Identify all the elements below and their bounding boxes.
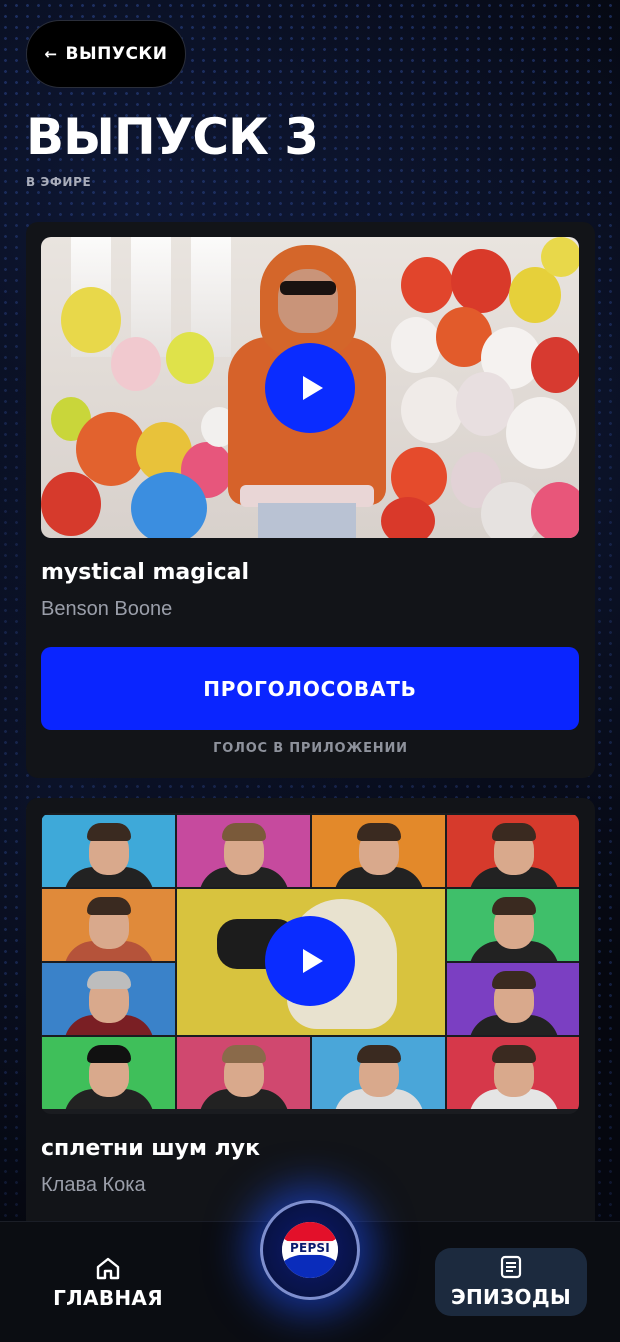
episode-screen: ← ВЫПУСКИ ВЫПУСК 3 В ЭФИРЕ mystical magi… [0,0,620,1342]
hair [86,897,131,915]
balloon [541,237,579,277]
pepsi-center-button[interactable]: PEPSI [260,1200,360,1300]
song-title: mystical magical [41,560,249,585]
hair [221,823,266,841]
balloon [111,337,161,391]
nav-home[interactable]: ГЛАВНАЯ [38,1250,178,1316]
play-button[interactable] [265,343,355,433]
sunglasses [280,281,336,295]
song-title: сплетни шум лук [41,1136,261,1161]
balloon [391,317,441,373]
nav-episodes[interactable]: ЭПИЗОДЫ [435,1248,587,1316]
song-artist: Benson Boone [41,598,173,620]
hair [491,897,536,915]
document-icon [500,1255,522,1279]
hair [356,1045,401,1063]
pepsi-wordmark: PEPSI [282,1241,338,1255]
collage-cell [447,889,579,961]
nav-episodes-label: ЭПИЗОДЫ [450,1285,571,1309]
hair [86,1045,131,1063]
play-icon [303,376,323,400]
nav-home-label: ГЛАВНАЯ [53,1286,163,1310]
play-button[interactable] [265,916,355,1006]
collage-cell [312,1037,445,1109]
page-title: ВЫПУСК 3 [26,108,319,166]
video-thumbnail[interactable] [41,237,579,538]
vote-button[interactable]: ПРОГОЛОСОВАТЬ [41,647,579,730]
hair [491,1045,536,1063]
live-status-label: В ЭФИРЕ [26,175,92,189]
balloon [131,472,207,538]
face [278,269,338,333]
collage-cell [447,815,579,887]
balloon [531,482,579,538]
balloon [401,377,463,443]
balloon [381,497,435,538]
jeans [258,503,356,538]
balloon [506,397,576,469]
performance-card: сплетни шум лук Клава Кока [26,798,595,1258]
play-icon [303,949,323,973]
collage-cell [177,1037,310,1109]
hair [86,971,131,989]
collage-cell [42,815,175,887]
pepsi-logo: PEPSI [282,1222,338,1278]
song-artist: Клава Кока [41,1174,146,1196]
balloon [41,472,101,536]
balloon [456,372,514,436]
logo-blue-band [282,1254,338,1278]
back-to-episodes-button[interactable]: ← ВЫПУСКИ [26,20,186,88]
balloon [531,337,579,393]
collage-cell [447,963,579,1035]
balloon [451,249,511,313]
back-button-label: ВЫПУСКИ [65,44,168,64]
back-arrow-icon: ← [44,45,58,63]
balloon [166,332,214,384]
collage-cell [42,889,175,961]
hair [491,823,536,841]
collage-cell [42,963,175,1035]
video-thumbnail[interactable] [41,813,579,1114]
balloon [401,257,453,313]
hair [356,823,401,841]
home-icon [96,1257,120,1280]
vote-note: ГОЛОС В ПРИЛОЖЕНИИ [213,741,408,756]
collage-cell [42,1037,175,1109]
collage-cell [447,1037,579,1109]
collage-cell [312,815,445,887]
hair [491,971,536,989]
collage-cell [177,815,310,887]
hair [86,823,131,841]
balloon [61,287,121,353]
performance-card: mystical magical Benson Boone ПРОГОЛОСОВ… [26,222,595,778]
hair [221,1045,266,1063]
